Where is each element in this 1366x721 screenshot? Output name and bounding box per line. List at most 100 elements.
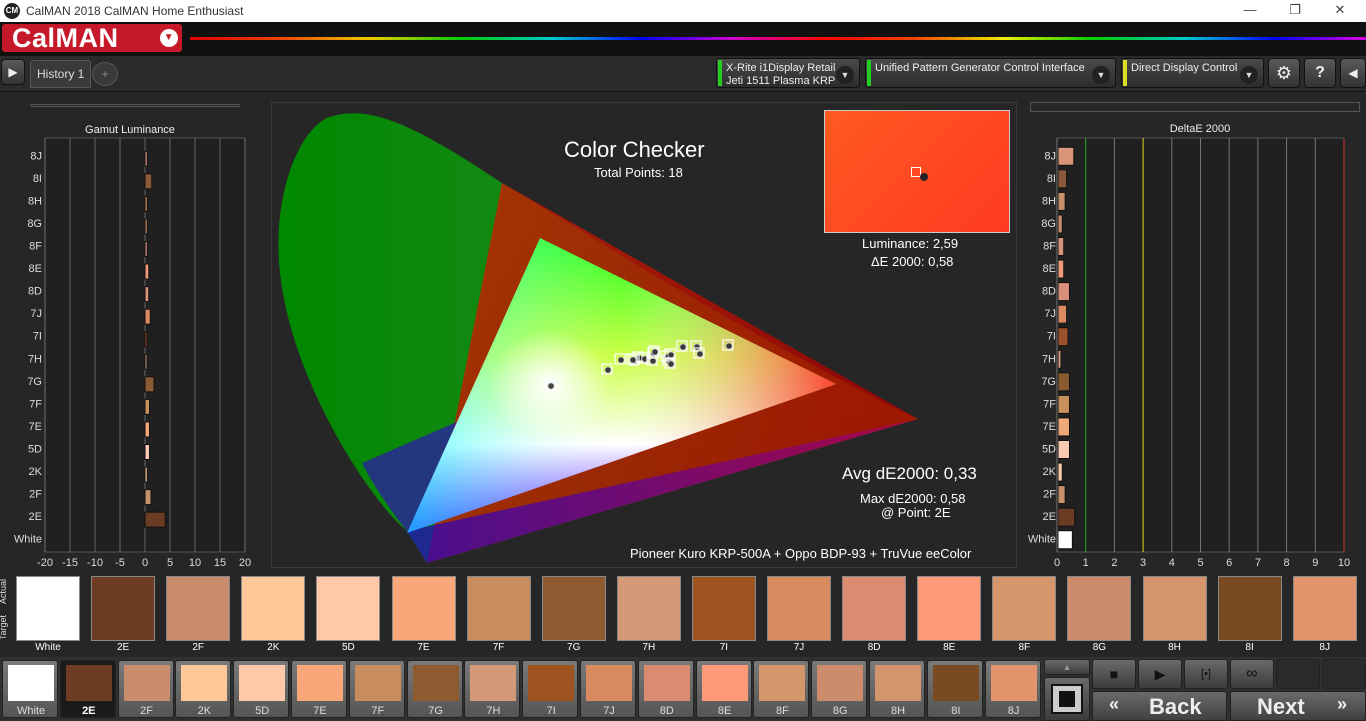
- swatch-8h[interactable]: [1142, 576, 1207, 641]
- point-color: [643, 665, 690, 701]
- option-button[interactable]: [1276, 659, 1320, 689]
- maximize-button[interactable]: ❐: [1273, 2, 1317, 20]
- point-color: [759, 665, 806, 701]
- delta-e-bar: [1057, 214, 1063, 234]
- swatch-8e[interactable]: [917, 576, 982, 641]
- swatch-8i[interactable]: [1217, 576, 1282, 641]
- swatch-8g[interactable]: [1067, 576, 1132, 641]
- settings-button[interactable]: ⚙: [1268, 58, 1300, 88]
- collapse-button[interactable]: ◀: [1340, 58, 1366, 88]
- option-button-2[interactable]: [1322, 659, 1366, 689]
- delta-e-title: DeltaE 2000: [1169, 123, 1231, 135]
- swatch-7f[interactable]: [466, 576, 531, 641]
- step-icon: [•]: [1201, 668, 1211, 680]
- row-label: 8I: [1047, 173, 1056, 185]
- x-tick-label: 0: [1054, 557, 1060, 569]
- point-label: 8I: [951, 705, 961, 717]
- meter-label-1: X-Rite i1Display Retail: [726, 62, 836, 74]
- display-control-selector[interactable]: Direct Display Control ▼: [1121, 58, 1264, 88]
- next-button[interactable]: Next »: [1230, 691, 1366, 721]
- stop-button[interactable]: ■: [1092, 659, 1136, 689]
- delta-e-bar: [1057, 349, 1062, 369]
- add-tab-button[interactable]: +: [92, 62, 118, 86]
- back-label: Back: [1149, 694, 1202, 719]
- meter-selector[interactable]: X-Rite i1Display Retail Jeti 1511 Plasma…: [716, 58, 860, 88]
- point-button-8d[interactable]: 8D: [637, 660, 694, 718]
- delta-e-bar: [1057, 304, 1068, 324]
- status-bar: [867, 60, 871, 86]
- chevron-down-icon: ▼: [1240, 66, 1258, 84]
- help-button[interactable]: ?: [1304, 58, 1336, 88]
- swatch-7g[interactable]: [541, 576, 606, 641]
- tab-history-1[interactable]: History 1: [30, 60, 92, 88]
- expand-button[interactable]: ▶: [1, 59, 25, 85]
- point-button-8j[interactable]: 8J: [984, 660, 1041, 718]
- brand-label: CalMAN: [12, 23, 119, 53]
- swatch-2f[interactable]: [166, 576, 231, 641]
- swatch-7e[interactable]: [391, 576, 456, 641]
- point-button-7g[interactable]: 7G: [406, 660, 463, 718]
- point-button-white[interactable]: White: [2, 660, 58, 718]
- point-button-8e[interactable]: 8E: [695, 660, 752, 718]
- point-button-5d[interactable]: 5D: [233, 660, 290, 718]
- swatch-label: 2F: [192, 642, 205, 653]
- back-button[interactable]: « Back: [1092, 691, 1227, 721]
- swatch-2e[interactable]: [91, 576, 156, 641]
- x-tick-label: 8: [1284, 557, 1290, 569]
- stop-measure-button[interactable]: [1044, 677, 1090, 721]
- close-button[interactable]: ✕: [1318, 2, 1362, 20]
- swatch-7i[interactable]: [691, 576, 756, 641]
- x-tick-label: 15: [214, 557, 226, 569]
- point-label: White: [16, 705, 46, 717]
- point-color: [354, 665, 401, 701]
- delta-e-bar: [1057, 485, 1066, 505]
- point-button-8f[interactable]: 8F: [753, 660, 810, 718]
- minimize-button[interactable]: —: [1228, 2, 1272, 20]
- point-button-8h[interactable]: 8H: [869, 660, 925, 718]
- swatch-white[interactable]: [16, 576, 80, 641]
- max-point-readout: @ Point: 2E: [881, 505, 951, 520]
- luminance-bar: [144, 286, 150, 303]
- row-label: 5D: [28, 444, 42, 456]
- swatch-8f[interactable]: [992, 576, 1057, 641]
- point-button-7e[interactable]: 7E: [291, 660, 347, 718]
- swatch-5d[interactable]: [316, 576, 381, 641]
- point-label: 8J: [1007, 705, 1020, 717]
- swatch-2k[interactable]: [241, 576, 306, 641]
- point-label: 7G: [428, 705, 443, 717]
- row-label: 8E: [29, 263, 42, 275]
- step-button[interactable]: [•]: [1184, 659, 1228, 689]
- actual-marker: [920, 173, 928, 181]
- actual-point: [679, 343, 687, 351]
- loop-button[interactable]: ∞: [1230, 659, 1274, 689]
- point-button-2f[interactable]: 2F: [117, 660, 174, 718]
- point-button-7j[interactable]: 7J: [580, 660, 636, 718]
- pattern-generator-selector[interactable]: Unified Pattern Generator Control Interf…: [865, 58, 1116, 88]
- row-label: 8I: [33, 173, 42, 185]
- row-label: 8F: [1043, 241, 1056, 253]
- point-button-7h[interactable]: 7H: [464, 660, 521, 718]
- play-icon: ▶: [8, 65, 18, 79]
- chevron-down-icon: ▼: [836, 66, 854, 84]
- swatch-7h[interactable]: [616, 576, 681, 641]
- luminance-readout: Luminance: 2,59: [862, 236, 959, 251]
- point-button-8g[interactable]: 8G: [811, 660, 868, 718]
- swatch-8j[interactable]: [1292, 576, 1357, 641]
- point-button-8i[interactable]: 8I: [926, 660, 983, 718]
- actual-point: [547, 382, 555, 390]
- play-button[interactable]: ▶: [1138, 659, 1182, 689]
- point-button-2e[interactable]: 2E: [59, 660, 116, 718]
- delta-e-bar: [1057, 440, 1070, 459]
- calman-menu-button[interactable]: CalMAN ▼: [2, 24, 182, 52]
- scroll-up-button[interactable]: ▲: [1044, 659, 1090, 675]
- gamut-luminance-panel: Gamut Luminance -20 -15 -10 -5 0 5 10 15 20 8J 8I 8…: [0, 100, 268, 572]
- delta-e-bar: [1057, 394, 1070, 414]
- delta-e-bar: [1057, 237, 1065, 256]
- point-button-7i[interactable]: 7I: [522, 660, 579, 718]
- swatch-7j[interactable]: [767, 576, 831, 641]
- actual-point: [651, 348, 659, 356]
- point-color: [239, 665, 286, 701]
- point-button-2k[interactable]: 2K: [175, 660, 232, 718]
- swatch-8d[interactable]: [842, 576, 907, 641]
- point-button-7f[interactable]: 7F: [348, 660, 405, 718]
